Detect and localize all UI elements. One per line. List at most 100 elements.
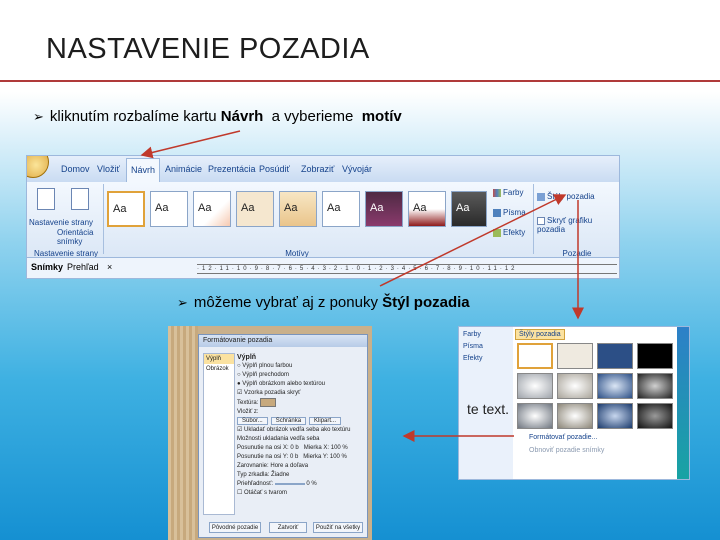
page-setup-button[interactable]: Nastavenie strany xyxy=(29,218,101,227)
sidebar-item-fill[interactable]: Výplň xyxy=(204,354,234,364)
style-swatch-4[interactable] xyxy=(637,343,673,369)
tab-domov[interactable]: Domov xyxy=(61,164,90,174)
offset-row-1: Posunutie na osi X: 0 b Mierka X: 100 % xyxy=(237,445,348,452)
option-hide-background[interactable]: ☑ Vzorka pozadia skryť xyxy=(237,389,363,398)
scale-y-field[interactable]: 100 % xyxy=(330,454,347,460)
style-swatch-2[interactable] xyxy=(557,343,593,369)
transparency-row: Priehľadnosť: 0 % xyxy=(237,481,317,488)
page-setup-icon[interactable] xyxy=(37,188,55,210)
alignment-row: Zarovnanie: Hore a doľava xyxy=(237,463,309,470)
ruler: ·12·11·10·9·8·7·6·5·4·3·2·1·0·1·2·3·4·5·… xyxy=(197,264,617,274)
theme-thumb-5[interactable]: Aa xyxy=(279,191,317,227)
theme-thumb-8[interactable]: Aa xyxy=(408,191,446,227)
theme-thumb-1[interactable]: Aa xyxy=(107,191,145,227)
hide-background-graphics-checkbox[interactable]: Skryť grafiku pozadia xyxy=(537,216,619,234)
apply-to-all-button[interactable]: Použiť na všetky xyxy=(313,522,363,533)
texture-picker[interactable] xyxy=(260,398,277,407)
bullet-arrow-icon: ➢ xyxy=(33,109,44,124)
effects-icon xyxy=(493,228,501,237)
option-picture-fill[interactable]: ● Výplň obrázkom alebo textúrou xyxy=(237,380,363,389)
slide-title: NASTAVENIE POZADIA xyxy=(46,33,370,65)
slide-text-fragment: te text. xyxy=(467,401,510,417)
colors-item[interactable]: Farby xyxy=(463,331,481,338)
tab-vlozit[interactable]: Vložiť xyxy=(97,164,120,174)
tab-navrh[interactable]: Návrh xyxy=(126,158,161,182)
clipboard-button[interactable]: Schránka xyxy=(270,417,307,426)
style-swatch-8[interactable] xyxy=(637,373,673,399)
rotate-checkbox[interactable]: ☐ Otáčať s tvarom xyxy=(237,489,363,498)
tab-outline[interactable]: Prehľad xyxy=(67,262,99,272)
offset-y-field[interactable]: 0 b xyxy=(290,454,298,460)
background-styles-header[interactable]: Štýly pozadia xyxy=(515,329,565,340)
option-gradient-fill[interactable]: ○ Výplň prechodom xyxy=(237,371,363,380)
bullet-bold-motiv: motív xyxy=(361,108,402,125)
alignment-select[interactable]: Hore a doľava xyxy=(270,463,308,469)
close-icon[interactable]: × xyxy=(107,262,112,272)
fonts-icon xyxy=(493,208,501,217)
transparency-value[interactable]: 0 % xyxy=(306,481,316,487)
tab-zobrazit[interactable]: Zobraziť xyxy=(301,164,334,174)
style-swatch-10[interactable] xyxy=(557,403,593,429)
effects-button[interactable]: Efekty xyxy=(493,228,525,237)
menu-reset-background[interactable]: Obnoviť pozadie snímky xyxy=(515,444,685,457)
title-rule xyxy=(0,80,720,82)
fonts-item[interactable]: Písma xyxy=(463,343,483,350)
slide-edge-fragment xyxy=(677,327,689,479)
background-styles-screenshot: Farby Písma Efekty te text. Štýly pozadi… xyxy=(458,326,690,480)
mirror-row: Typ zrkadla: Žiadne xyxy=(237,472,290,479)
style-swatch-6[interactable] xyxy=(557,373,593,399)
offset-row-2: Posunutie na osi Y: 0 b Mierka Y: 100 % xyxy=(237,454,347,461)
close-button[interactable]: Zatvoriť xyxy=(269,522,307,533)
scale-x-field[interactable]: 100 % xyxy=(331,445,348,451)
reset-background-button[interactable]: Pôvodné pozadie xyxy=(209,522,261,533)
background-styles-icon xyxy=(537,192,545,201)
office-button-icon[interactable] xyxy=(27,156,49,178)
bullet-1: ➢ kliknutím rozbalíme kartu Návrh a vyber… xyxy=(33,108,402,125)
orientation-icon[interactable] xyxy=(71,188,89,210)
effects-item[interactable]: Efekty xyxy=(463,355,482,362)
offset-x-field[interactable]: 0 b xyxy=(290,445,298,451)
style-swatch-12[interactable] xyxy=(637,403,673,429)
format-background-dialog: Formátovanie pozadia Výplň Obrázok Výplň… xyxy=(198,334,368,538)
ribbon-groups: Nastavenie strany Orientácia snímky Nast… xyxy=(27,182,619,258)
style-swatch-7[interactable] xyxy=(597,373,633,399)
theme-thumb-6[interactable]: Aa xyxy=(322,191,360,227)
option-solid-fill[interactable]: ○ Výplň plnou farbou xyxy=(237,362,363,371)
mirror-select[interactable]: Žiadne xyxy=(271,472,289,478)
tiling-header: Možnosti ukladania vedľa seba xyxy=(237,436,320,443)
dialog-body: Výplň ○ Výplň plnou farbou ○ Výplň prech… xyxy=(237,353,363,498)
fonts-button[interactable]: Písma xyxy=(493,208,526,217)
sidebar-item-picture[interactable]: Obrázok xyxy=(204,364,234,374)
tab-prezentacia[interactable]: Prezentácia xyxy=(208,164,256,174)
style-swatch-5[interactable] xyxy=(517,373,553,399)
background-styles-button[interactable]: Štýly pozadia xyxy=(537,192,595,201)
clipart-button[interactable]: Klipart... xyxy=(309,417,342,426)
file-button[interactable]: Súbor... xyxy=(237,417,268,426)
style-swatch-3[interactable] xyxy=(597,343,633,369)
style-swatch-9[interactable] xyxy=(517,403,553,429)
tab-slides[interactable]: Snímky xyxy=(31,262,63,272)
theme-thumb-3[interactable]: Aa xyxy=(193,191,231,227)
dialog-title: Formátovanie pozadia xyxy=(199,335,367,347)
theme-thumb-9[interactable]: Aa xyxy=(451,191,487,227)
bullet-arrow-icon: ➢ xyxy=(177,295,188,310)
tab-animacie[interactable]: Animácie xyxy=(165,164,202,174)
orientation-button[interactable]: Orientácia snímky xyxy=(57,228,105,246)
ribbon-tabs: Domov Vložiť Návrh Animácie Prezentácia … xyxy=(27,156,619,182)
tile-checkbox[interactable]: ☑ Ukladať obrázok vedľa seba ako textúru xyxy=(237,426,363,435)
style-swatch-1[interactable] xyxy=(517,343,553,369)
tab-posudit[interactable]: Posúdiť xyxy=(259,164,290,174)
theme-thumb-2[interactable]: Aa xyxy=(150,191,188,227)
slide-texture-preview xyxy=(168,326,198,540)
tab-vyvojar[interactable]: Vývojár xyxy=(342,164,372,174)
insert-from-label: Vložiť z: xyxy=(237,409,259,416)
theme-thumb-4[interactable]: Aa xyxy=(236,191,274,227)
arrow-to-navrh-tab xyxy=(140,130,241,159)
theme-thumb-7[interactable]: Aa xyxy=(365,191,403,227)
transparency-slider[interactable] xyxy=(274,482,305,485)
style-swatch-11[interactable] xyxy=(597,403,633,429)
menu-format-background[interactable]: Formátovať pozadie... xyxy=(515,431,685,444)
dialog-sidebar: Výplň Obrázok xyxy=(203,353,235,515)
colors-button[interactable]: Farby xyxy=(493,188,523,197)
insert-buttons: Súbor... Schránka Klipart... xyxy=(237,417,363,426)
